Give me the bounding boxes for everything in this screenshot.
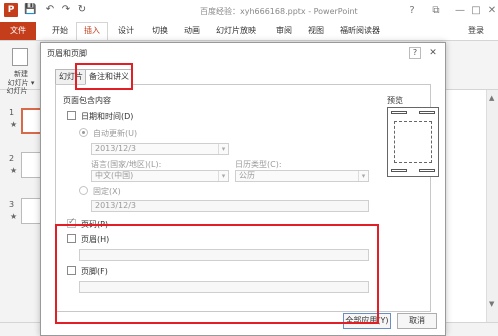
auto-update-label: 自动更新(U) [93, 129, 138, 138]
animation-star-icon: ★ [10, 212, 18, 221]
preview-content-area [394, 121, 432, 163]
chevron-down-icon: ▾ [218, 144, 228, 154]
tab-review[interactable]: 审阅 [276, 25, 292, 36]
window-title: 百度经验：xyh666168.pptx - PowerPoint [200, 7, 358, 16]
tab-insert[interactable]: 插入 [76, 22, 108, 40]
auto-update-radio[interactable] [79, 128, 88, 137]
language-label: 语言(国家/地区)(L): [91, 160, 162, 169]
slides-section-label: 幻灯片 [6, 87, 28, 95]
animation-star-icon: ★ [10, 120, 18, 129]
chevron-down-icon: ▾ [358, 171, 368, 181]
apply-all-button[interactable]: 全部应用(Y) [343, 313, 391, 329]
repeat-icon[interactable]: ↻ [76, 4, 88, 16]
include-group-label: 页面包含内容 [63, 96, 111, 105]
datetime-label: 日期和时间(D) [81, 112, 134, 121]
page-number-checkbox[interactable] [67, 217, 76, 228]
tab-slideshow[interactable]: 幻灯片放映 [216, 25, 256, 36]
slide-number: 2 [9, 154, 15, 163]
tab-foxit-reader[interactable]: 福昕阅读器 [340, 25, 380, 36]
preview-footer-right [419, 169, 435, 172]
ribbon-tab-bar: 开始 设计 切换 动画 幻灯片放映 审阅 视图 福昕阅读器 [0, 22, 498, 40]
scroll-up-icon[interactable]: ▲ [489, 94, 494, 102]
tab-transitions[interactable]: 切换 [152, 25, 168, 36]
title-bar: P 💾 ↶ ↷ ↻ 百度经验：xyh666168.pptx - PowerPoi… [0, 0, 498, 22]
minimize-button[interactable]: — [454, 5, 466, 17]
sign-in-link[interactable]: 登录 [468, 25, 484, 36]
tab-slide[interactable]: 幻灯片 [55, 69, 87, 85]
tab-home[interactable]: 开始 [52, 25, 68, 36]
header-text-field[interactable] [79, 249, 369, 261]
dialog-title: 页眉和页脚 [47, 49, 87, 58]
preview-page [387, 107, 439, 177]
calendar-value: 公历 [239, 171, 255, 180]
cancel-button[interactable]: 取消 [397, 313, 437, 329]
footer-text-field[interactable] [79, 281, 369, 293]
preview-header-left [391, 111, 407, 114]
new-slide-button[interactable]: 新建 幻灯片 ▾ [4, 70, 38, 88]
auto-update-value: 2013/12/3 [95, 144, 137, 153]
ribbon-display-icon[interactable]: ⧉ [430, 5, 442, 17]
help-icon[interactable]: ? [406, 5, 418, 17]
vertical-scrollbar[interactable]: ▲ ▼ [486, 90, 498, 336]
preview-label: 预览 [387, 96, 403, 105]
page-number-label: 页码(P) [81, 220, 109, 229]
tab-animations[interactable]: 动画 [184, 25, 200, 36]
header-checkbox[interactable] [67, 234, 76, 243]
header-label: 页眉(H) [81, 235, 110, 244]
maximize-button[interactable]: □ [470, 5, 482, 17]
tab-view[interactable]: 视图 [308, 25, 324, 36]
datetime-checkbox[interactable] [67, 111, 76, 120]
slide-number: 1 [9, 108, 15, 117]
slide-number: 3 [9, 200, 15, 209]
header-footer-dialog: 页眉和页脚 ? ✕ 幻灯片 备注和讲义 页面包含内容 日期和时间(D) 自动更新… [40, 42, 446, 336]
footer-checkbox[interactable] [67, 266, 76, 275]
tab-design[interactable]: 设计 [118, 25, 134, 36]
footer-label: 页脚(F) [81, 267, 108, 276]
new-slide-icon[interactable] [12, 48, 28, 66]
tab-file[interactable]: 文件 [0, 22, 36, 40]
language-value: 中文(中国) [95, 171, 134, 180]
dialog-close-button[interactable]: ✕ [427, 47, 439, 59]
fixed-radio[interactable] [79, 186, 88, 195]
calendar-label: 日历类型(C): [235, 160, 282, 169]
language-select[interactable]: 中文(中国) ▾ [91, 170, 229, 182]
redo-icon[interactable]: ↷ [60, 4, 72, 16]
animation-star-icon: ★ [10, 166, 18, 175]
dialog-help-button[interactable]: ? [409, 47, 421, 59]
preview-footer-left [391, 169, 407, 172]
undo-icon[interactable]: ↶ [44, 4, 56, 16]
chevron-down-icon: ▾ [218, 171, 228, 181]
auto-update-select[interactable]: 2013/12/3 ▾ [91, 143, 229, 155]
fixed-date-field[interactable]: 2013/12/3 [91, 200, 369, 212]
fixed-label: 固定(X) [93, 187, 121, 196]
tab-notes-handouts[interactable]: 备注和讲义 [85, 69, 133, 85]
powerpoint-logo-icon: P [4, 3, 18, 17]
calendar-select[interactable]: 公历 ▾ [235, 170, 369, 182]
fixed-date-value: 2013/12/3 [95, 201, 137, 210]
preview-header-right [419, 111, 435, 114]
close-window-button[interactable]: ✕ [486, 5, 498, 17]
save-icon[interactable]: 💾 [24, 4, 36, 16]
scroll-down-icon[interactable]: ▼ [489, 300, 494, 308]
